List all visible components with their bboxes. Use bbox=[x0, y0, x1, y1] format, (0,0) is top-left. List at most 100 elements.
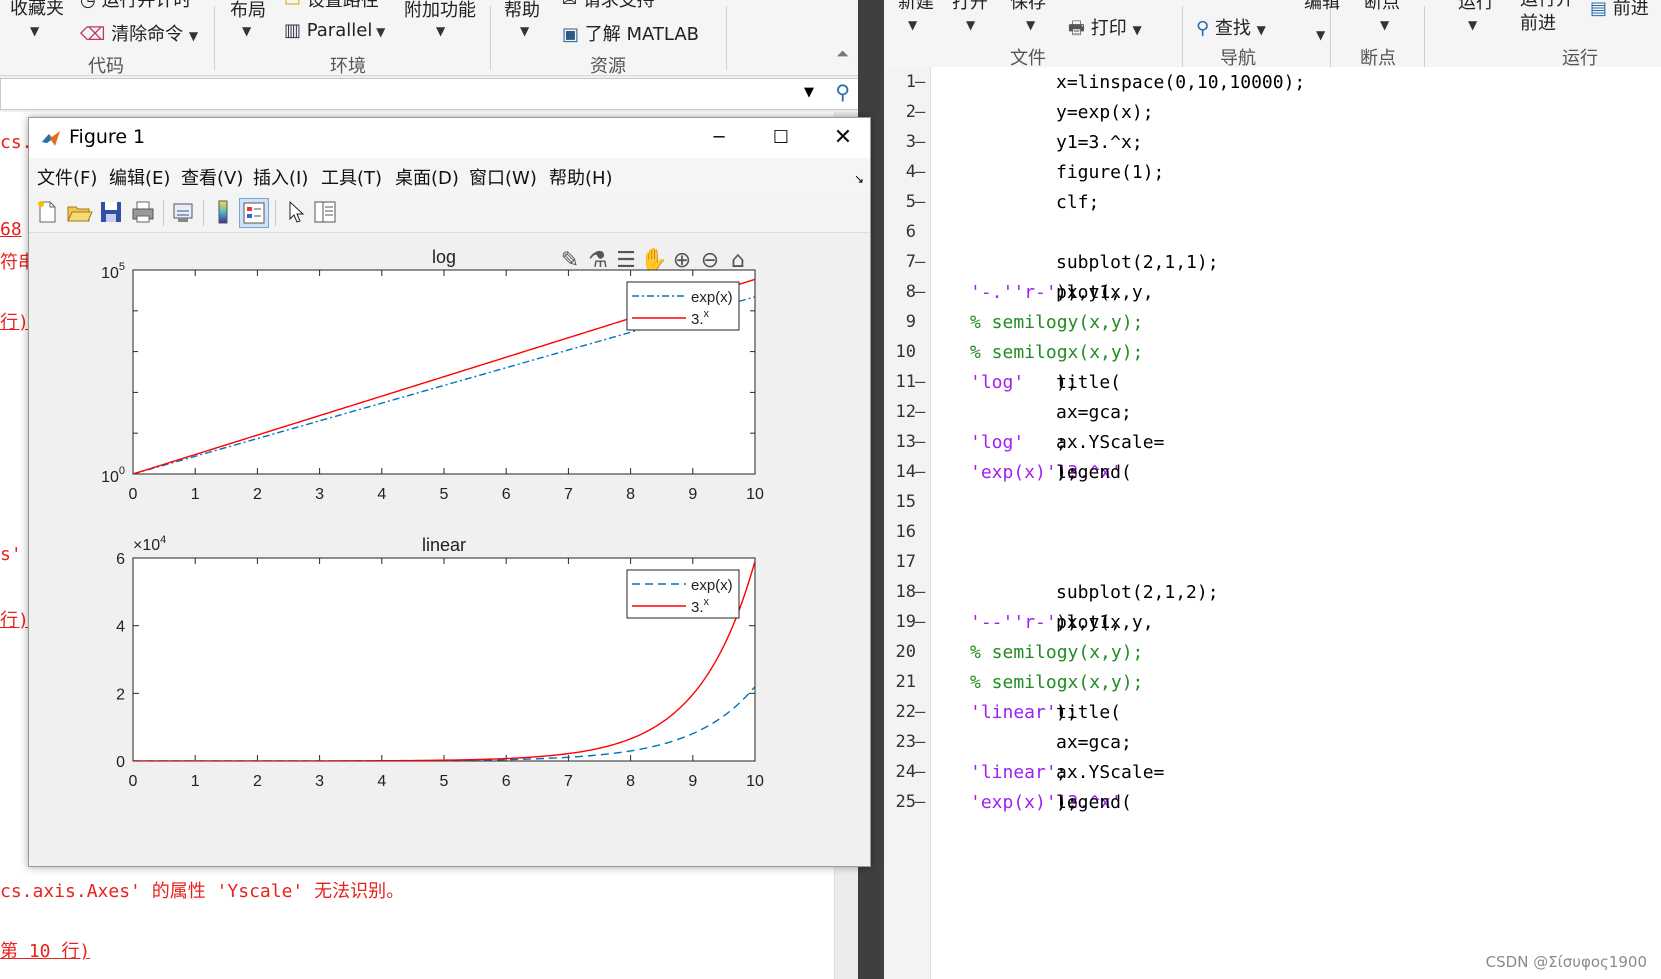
line-number[interactable]: 24 bbox=[888, 762, 916, 782]
line-number[interactable]: 17 bbox=[888, 552, 916, 572]
line-number[interactable]: 7 bbox=[888, 252, 916, 272]
line-number[interactable]: 23 bbox=[888, 732, 916, 752]
code-line[interactable]: 4— figure(1); bbox=[884, 162, 1661, 192]
code-line[interactable]: 7— subplot(2,1,1); bbox=[884, 252, 1661, 282]
error-link[interactable]: 第 10 行) bbox=[0, 937, 90, 963]
breakpoints-button[interactable]: 断点 bbox=[1364, 0, 1400, 14]
run-button[interactable]: 运行 bbox=[1458, 0, 1494, 14]
colorbar-icon[interactable] bbox=[209, 198, 237, 226]
code-line[interactable]: 23— ax=gca; bbox=[884, 732, 1661, 762]
code-line[interactable]: 25— legend('exp(x)', '3.^x'); bbox=[884, 792, 1661, 822]
pan-icon[interactable]: ✋ bbox=[640, 247, 667, 273]
search-icon[interactable]: ⚲ bbox=[835, 80, 850, 104]
minimize-button[interactable]: ─ bbox=[688, 118, 750, 158]
code-line[interactable]: 5— clf; bbox=[884, 192, 1661, 222]
menu-insert[interactable]: 插入(I) bbox=[253, 164, 308, 190]
breakpoint-marker[interactable]: — bbox=[915, 432, 925, 452]
breakpoint-marker[interactable]: — bbox=[915, 402, 925, 422]
open-file-icon[interactable] bbox=[65, 198, 93, 226]
line-number[interactable]: 19 bbox=[888, 612, 916, 632]
run-section-button[interactable]: ◷ 运行并计时 bbox=[80, 0, 191, 12]
code-line[interactable]: 22— title('linear'); bbox=[884, 702, 1661, 732]
line-number[interactable]: 22 bbox=[888, 702, 916, 722]
current-folder-bar[interactable]: ▼ ⚲ bbox=[0, 78, 859, 110]
code-line[interactable]: 12— ax=gca; bbox=[884, 402, 1661, 432]
line-number[interactable]: 3 bbox=[888, 132, 916, 152]
collapse-toolstrip-icon[interactable]: ⏶ bbox=[836, 44, 849, 64]
code-line[interactable]: 20 % semilogy(x,y); bbox=[884, 642, 1661, 672]
save-icon[interactable] bbox=[97, 198, 125, 226]
help-button[interactable]: 帮助 bbox=[504, 0, 540, 22]
code-line[interactable]: 9 % semilogy(x,y); bbox=[884, 312, 1661, 342]
breakpoint-marker[interactable]: — bbox=[915, 162, 925, 182]
chevron-down-icon[interactable]: ▼ bbox=[1316, 28, 1325, 42]
chevron-down-icon[interactable]: ▼ bbox=[804, 85, 814, 100]
code-line[interactable]: 17 bbox=[884, 552, 1661, 582]
code-line[interactable]: 16 bbox=[884, 522, 1661, 552]
breakpoint-marker[interactable]: — bbox=[915, 612, 925, 632]
clear-commands-button[interactable]: ⌫ 清除命令 ▼ bbox=[80, 20, 198, 46]
breakpoint-marker[interactable]: — bbox=[915, 132, 925, 152]
menu-desktop[interactable]: 桌面(D) bbox=[395, 164, 459, 190]
menu-edit[interactable]: 编辑(E) bbox=[109, 164, 170, 190]
menu-window[interactable]: 窗口(W) bbox=[469, 164, 537, 190]
breakpoint-marker[interactable]: — bbox=[915, 462, 925, 482]
line-number[interactable]: 1 bbox=[888, 72, 916, 92]
line-number[interactable]: 14 bbox=[888, 462, 916, 482]
line-number[interactable]: 18 bbox=[888, 582, 916, 602]
learn-matlab-button[interactable]: ▣ 了解 MATLAB bbox=[562, 20, 699, 46]
chevron-down-icon[interactable]: ▼ bbox=[436, 24, 445, 38]
error-link[interactable]: 68 bbox=[0, 219, 22, 240]
find-button[interactable]: ⚲ 查找 ▼ bbox=[1196, 14, 1266, 40]
code-line[interactable]: 1— x=linspace(0,10,10000); bbox=[884, 72, 1661, 102]
breakpoint-marker[interactable]: — bbox=[915, 102, 925, 122]
add-ons-button[interactable]: 附加功能 bbox=[404, 0, 476, 22]
property-inspector-icon[interactable] bbox=[311, 198, 339, 226]
breakpoint-marker[interactable]: — bbox=[915, 702, 925, 722]
chevron-down-icon[interactable]: ▼ bbox=[1468, 18, 1477, 32]
breakpoint-marker[interactable]: — bbox=[915, 252, 925, 272]
print-button[interactable]: 🖶 打印 ▼ bbox=[1068, 14, 1142, 46]
code-line[interactable]: 18— subplot(2,1,2); bbox=[884, 582, 1661, 612]
chevron-down-icon[interactable]: ▼ bbox=[966, 18, 975, 32]
breakpoint-marker[interactable]: — bbox=[915, 192, 925, 212]
zoom-in-icon[interactable]: ⊕ bbox=[673, 248, 691, 273]
line-number[interactable]: 11 bbox=[888, 372, 916, 392]
menu-tools[interactable]: 工具(T) bbox=[321, 164, 382, 190]
restore-view-icon[interactable]: ⌂ bbox=[731, 248, 745, 273]
error-link[interactable]: 行) bbox=[0, 606, 29, 632]
close-button[interactable]: ✕ bbox=[812, 118, 874, 158]
code-line[interactable]: 15 bbox=[884, 492, 1661, 522]
select-pointer-icon[interactable] bbox=[281, 198, 309, 226]
code-line[interactable]: 14— legend('exp(x)', '3.^x'); bbox=[884, 462, 1661, 492]
save-button[interactable]: 保存 bbox=[1010, 0, 1046, 14]
link-icon[interactable] bbox=[169, 198, 197, 226]
line-number[interactable]: 9 bbox=[888, 312, 916, 332]
edit-button[interactable]: 编辑 bbox=[1304, 0, 1340, 14]
open-button[interactable]: 打开 bbox=[952, 0, 988, 14]
brush-icon[interactable]: ⚗ bbox=[588, 248, 608, 273]
line-number[interactable]: 2 bbox=[888, 102, 916, 122]
breakpoint-marker[interactable]: — bbox=[915, 282, 925, 302]
figure-titlebar[interactable]: Figure 1 ─ ☐ ✕ bbox=[29, 118, 870, 158]
breakpoint-marker[interactable]: — bbox=[915, 732, 925, 752]
line-number[interactable]: 6 bbox=[888, 222, 916, 242]
request-support-button[interactable]: ✉ 请求支持 bbox=[562, 0, 655, 12]
chevron-down-icon[interactable]: ▼ bbox=[908, 18, 917, 32]
layout-button[interactable]: 布局 bbox=[230, 0, 266, 22]
breakpoint-marker[interactable]: — bbox=[915, 582, 925, 602]
code-line[interactable]: 21 % semilogx(x,y); bbox=[884, 672, 1661, 702]
code-line[interactable]: 3— y1=3.^x; bbox=[884, 132, 1661, 162]
legend-icon[interactable] bbox=[239, 198, 269, 228]
code-line[interactable]: 13— ax.YScale= 'log'; bbox=[884, 432, 1661, 462]
code-line[interactable]: 6 bbox=[884, 222, 1661, 252]
breakpoint-marker[interactable]: — bbox=[915, 792, 925, 812]
parallel-button[interactable]: ▥ Parallel ▼ bbox=[284, 20, 385, 41]
maximize-button[interactable]: ☐ bbox=[750, 118, 812, 158]
breakpoint-marker[interactable]: — bbox=[915, 372, 925, 392]
line-number[interactable]: 21 bbox=[888, 672, 916, 692]
menu-help[interactable]: 帮助(H) bbox=[549, 164, 613, 190]
run-advance-button[interactable]: 运行并前进 bbox=[1520, 0, 1574, 36]
line-number[interactable]: 20 bbox=[888, 642, 916, 662]
breakpoint-marker[interactable]: — bbox=[915, 72, 925, 92]
